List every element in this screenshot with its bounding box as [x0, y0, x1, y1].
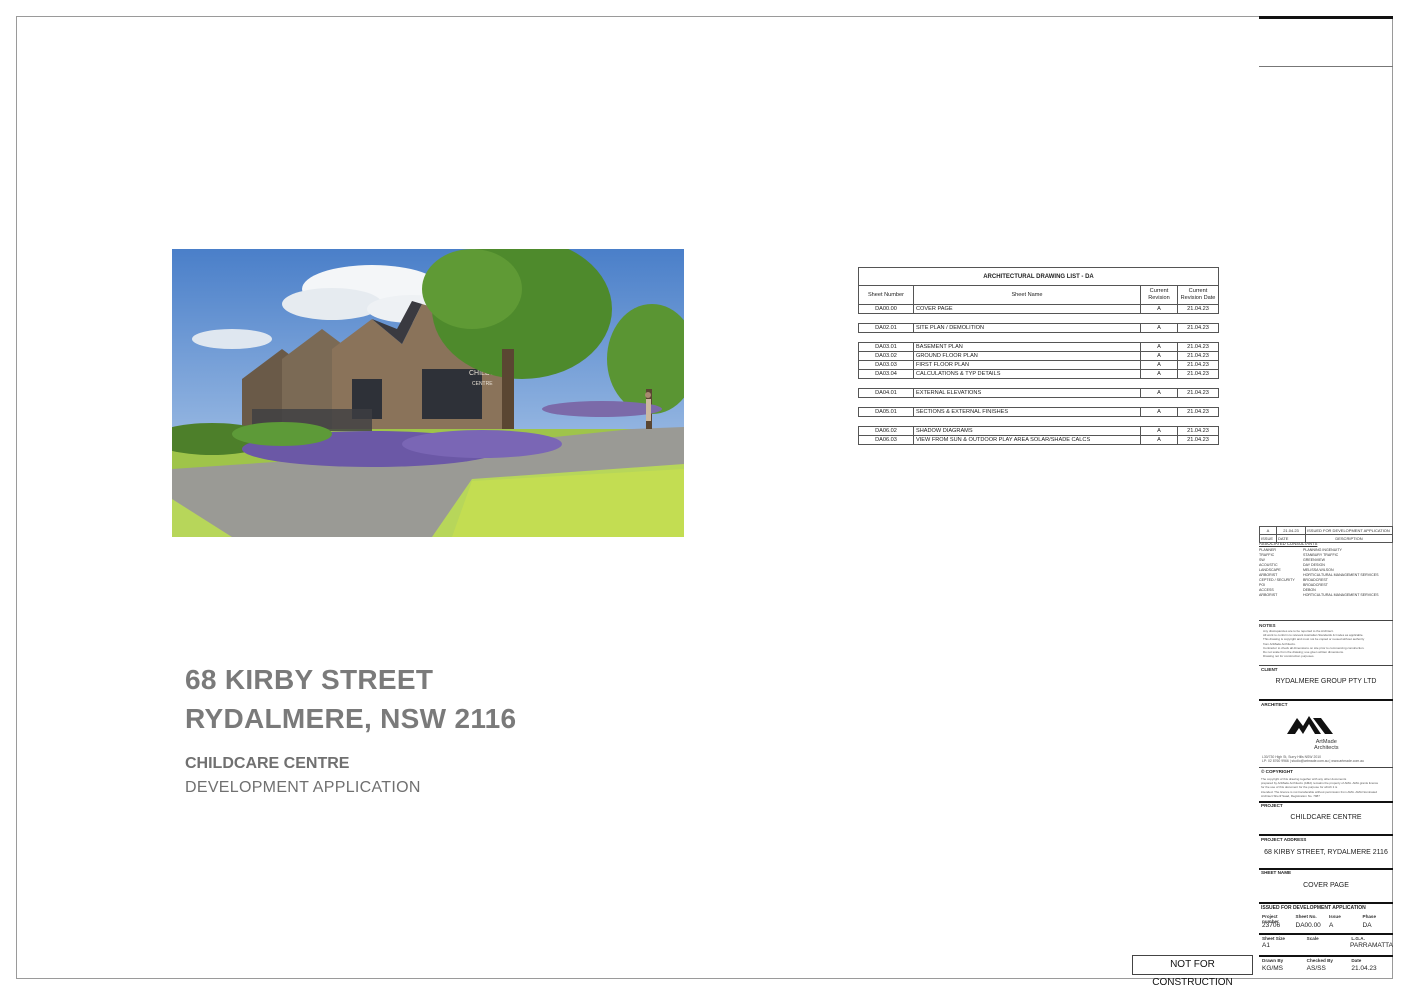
- drawing-list-title: ARCHITECTURAL DRAWING LIST - DA: [858, 267, 1219, 286]
- col-sheet-name: Sheet Name: [913, 285, 1141, 305]
- issue-status: ISSUED FOR DEVELOPMENT APPLICATION: [1261, 905, 1366, 911]
- col-current-revision: Current Revision: [1140, 285, 1178, 305]
- titleblock-cell: L.G.A.: [1351, 936, 1365, 941]
- drawing-list: ARCHITECTURAL DRAWING LIST - DA Sheet Nu…: [858, 267, 1219, 445]
- table-row: DA06.03 VIEW FROM SUN & OUTDOOR PLAY AREA…: [858, 435, 1219, 445]
- table-row: DA06.02 SHADOW DIAGRAMS A 21.04.23: [858, 426, 1219, 436]
- col-sheet-number: Sheet Number: [858, 285, 914, 305]
- project-phase: DEVELOPMENT APPLICATION: [185, 779, 421, 796]
- architect-logo-icon: [1287, 716, 1333, 734]
- sheet-size-labels: Sheet Size Scale L.G.A.: [1259, 936, 1393, 941]
- table-row: DA04.01 EXTERNAL ELEVATIONS A 21.04.23: [858, 388, 1219, 398]
- table-row: DA05.01 SECTIONS & EXTERNAL FINISHES A 21.0…: [858, 407, 1219, 417]
- titleblock-cell: 21.04.23: [1351, 965, 1377, 972]
- titleblock-cell: Scale: [1306, 936, 1319, 941]
- titleblock-cell: Sheet Size: [1262, 936, 1285, 941]
- project-type: CHILDCARE CENTRE: [185, 755, 350, 772]
- titleblock-cell: AS/SS: [1306, 965, 1326, 972]
- architect-label: ARCHITECT: [1261, 702, 1288, 707]
- titleblock-top-rule: [1259, 16, 1393, 19]
- list-item: Architect Sherif Saad, Registration No. …: [1261, 793, 1320, 798]
- project-address-label: PROJECT ADDRESS: [1261, 837, 1307, 842]
- project-address: 68 KIRBY STREET, RYDALMERE 2116: [1264, 849, 1388, 856]
- project-number-values: 23706 DA00.00 A DA: [1259, 922, 1393, 929]
- project-label: PROJECT: [1261, 803, 1283, 808]
- table-row: DA03.02 GROUND FLOOR PLAN A 21.04.23: [858, 351, 1219, 361]
- client-name: RYDALMERE GROUP PTY LTD: [1275, 678, 1377, 685]
- project-name: CHILDCARE CENTRE: [1290, 814, 1362, 821]
- drawing-list-body: DA00.00 COVER PAGE A 21.04.23 DA02.01 SITE PL…: [858, 304, 1219, 445]
- titleblock-cell: A: [1329, 922, 1334, 929]
- list-item: Drawing not for construction purposes.: [1263, 654, 1315, 659]
- titleblock-cell: [1303, 942, 1347, 949]
- titleblock-cell: 23706: [1262, 922, 1281, 929]
- table-row: DA03.01 BASEMENT PLAN A 21.04.23: [858, 342, 1219, 352]
- sheet-name-label: SHEET NAME: [1261, 870, 1292, 875]
- svg-text:CENTRE: CENTRE: [472, 381, 493, 387]
- titleblock-cell: Date: [1351, 958, 1362, 963]
- col-current-revision-date: Current Revision Date: [1177, 285, 1219, 305]
- architect-address: L30/730 High St, Surry Hills NSW 2010 LP…: [1262, 755, 1364, 763]
- notes: NOTES Any discrepancies are to be report…: [1259, 624, 1393, 658]
- address-line-1: 68 KIRBY STREET: [185, 664, 434, 695]
- titleblock-cell: A1: [1262, 942, 1270, 949]
- table-row: DA02.01 SITE PLAN / DEMOLITION A 21.04.23: [858, 323, 1219, 333]
- titleblock-cell: KG/MS: [1262, 965, 1283, 972]
- consultants-header: ASSOCIATED CONSULTANTS: [1259, 541, 1318, 546]
- list-item: ARBORIST HORTICULTURAL MANAGEMENT SERVICE…: [1259, 593, 1379, 597]
- architectural-rendering: CHILDCARE CENTRE: [172, 249, 684, 537]
- titleblock-cell: PARRAMATTA: [1350, 942, 1394, 949]
- copyright-text: The copyright of this drawing together w…: [1261, 777, 1389, 798]
- titleblock-cell: Drawn By: [1262, 958, 1284, 963]
- table-row: DA03.04 CALCULATIONS & TYP DETAILS A 21.04.…: [858, 369, 1219, 379]
- client-label: CLIENT: [1261, 667, 1278, 672]
- titleblock-cell: DA: [1362, 922, 1372, 929]
- titleblock-rule: [1259, 66, 1393, 67]
- titleblock-cell: Checked By: [1306, 958, 1333, 963]
- address-line-2: RYDALMERE, NSW 2116: [185, 703, 517, 734]
- consultants: ASSOCIATED CONSULTANTS PLANNER PLANNING I…: [1259, 541, 1393, 598]
- architect-name: ArtMade Architects: [1314, 739, 1339, 751]
- sheet-name: COVER PAGE: [1303, 882, 1349, 889]
- titleblock-cell: DA00.00: [1295, 922, 1321, 929]
- not-for-construction-stamp: NOT FOR CONSTRUCTION: [1132, 955, 1253, 988]
- drawn-by-labels: Drawn By Checked By Date: [1259, 958, 1393, 963]
- table-row: DA03.03 FIRST FLOOR PLAN A 21.04.23: [858, 360, 1219, 370]
- sheet-size-values: A1 PARRAMATTA: [1259, 942, 1393, 949]
- copyright-label: © COPYRIGHT: [1261, 769, 1293, 774]
- drawn-by-values: KG/MS AS/SS 21.04.23: [1259, 965, 1393, 972]
- table-row: DA00.00 COVER PAGE A 21.04.23: [858, 304, 1219, 314]
